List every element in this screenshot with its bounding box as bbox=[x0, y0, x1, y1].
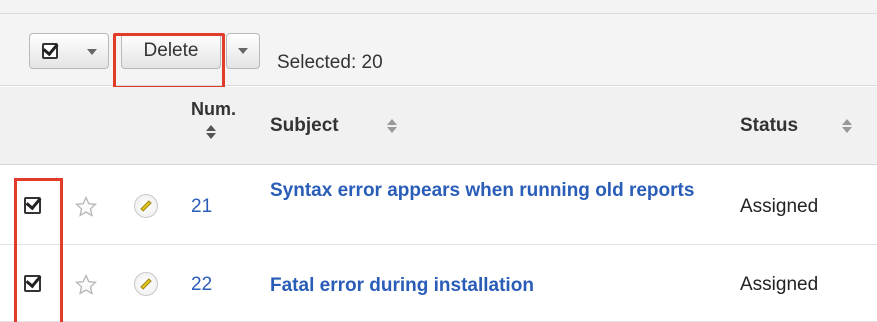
edit-pencil-icon[interactable] bbox=[134, 272, 158, 296]
record-subject-link[interactable]: Syntax error appears when running old re… bbox=[270, 179, 725, 203]
column-header-subject[interactable]: Subject bbox=[270, 115, 339, 137]
delete-button[interactable]: Delete bbox=[121, 33, 221, 69]
top-strip bbox=[0, 0, 877, 14]
edit-pencil-icon[interactable] bbox=[134, 194, 158, 218]
table-row: 21 Syntax error appears when running old… bbox=[0, 166, 877, 245]
table-row: 22 Fatal error during installation Assig… bbox=[0, 246, 877, 322]
checkbox-icon bbox=[42, 43, 58, 59]
column-header-status[interactable]: Status bbox=[740, 115, 798, 137]
sort-icon[interactable] bbox=[387, 119, 397, 133]
star-icon[interactable] bbox=[74, 273, 98, 297]
record-status: Assigned bbox=[740, 196, 819, 217]
table-header: Num. Subject Status bbox=[0, 87, 877, 165]
record-number[interactable]: 22 bbox=[191, 274, 212, 296]
record-status: Assigned bbox=[740, 274, 819, 295]
record-number[interactable]: 21 bbox=[191, 196, 212, 218]
sort-icon[interactable] bbox=[842, 119, 852, 133]
record-subject-link[interactable]: Fatal error during installation bbox=[270, 274, 725, 298]
sort-icon[interactable] bbox=[206, 125, 216, 139]
select-all-button[interactable] bbox=[29, 33, 109, 69]
star-icon[interactable] bbox=[74, 195, 98, 219]
selected-count: Selected: 20 bbox=[277, 52, 383, 73]
chevron-down-icon bbox=[87, 49, 97, 55]
column-header-num[interactable]: Num. bbox=[191, 99, 236, 120]
chevron-down-icon bbox=[238, 48, 248, 54]
row-checkbox[interactable] bbox=[24, 275, 41, 292]
list-toolbar: Delete Selected: 20 bbox=[0, 14, 877, 89]
row-checkbox[interactable] bbox=[24, 197, 41, 214]
actions-dropdown-button[interactable] bbox=[226, 33, 260, 69]
